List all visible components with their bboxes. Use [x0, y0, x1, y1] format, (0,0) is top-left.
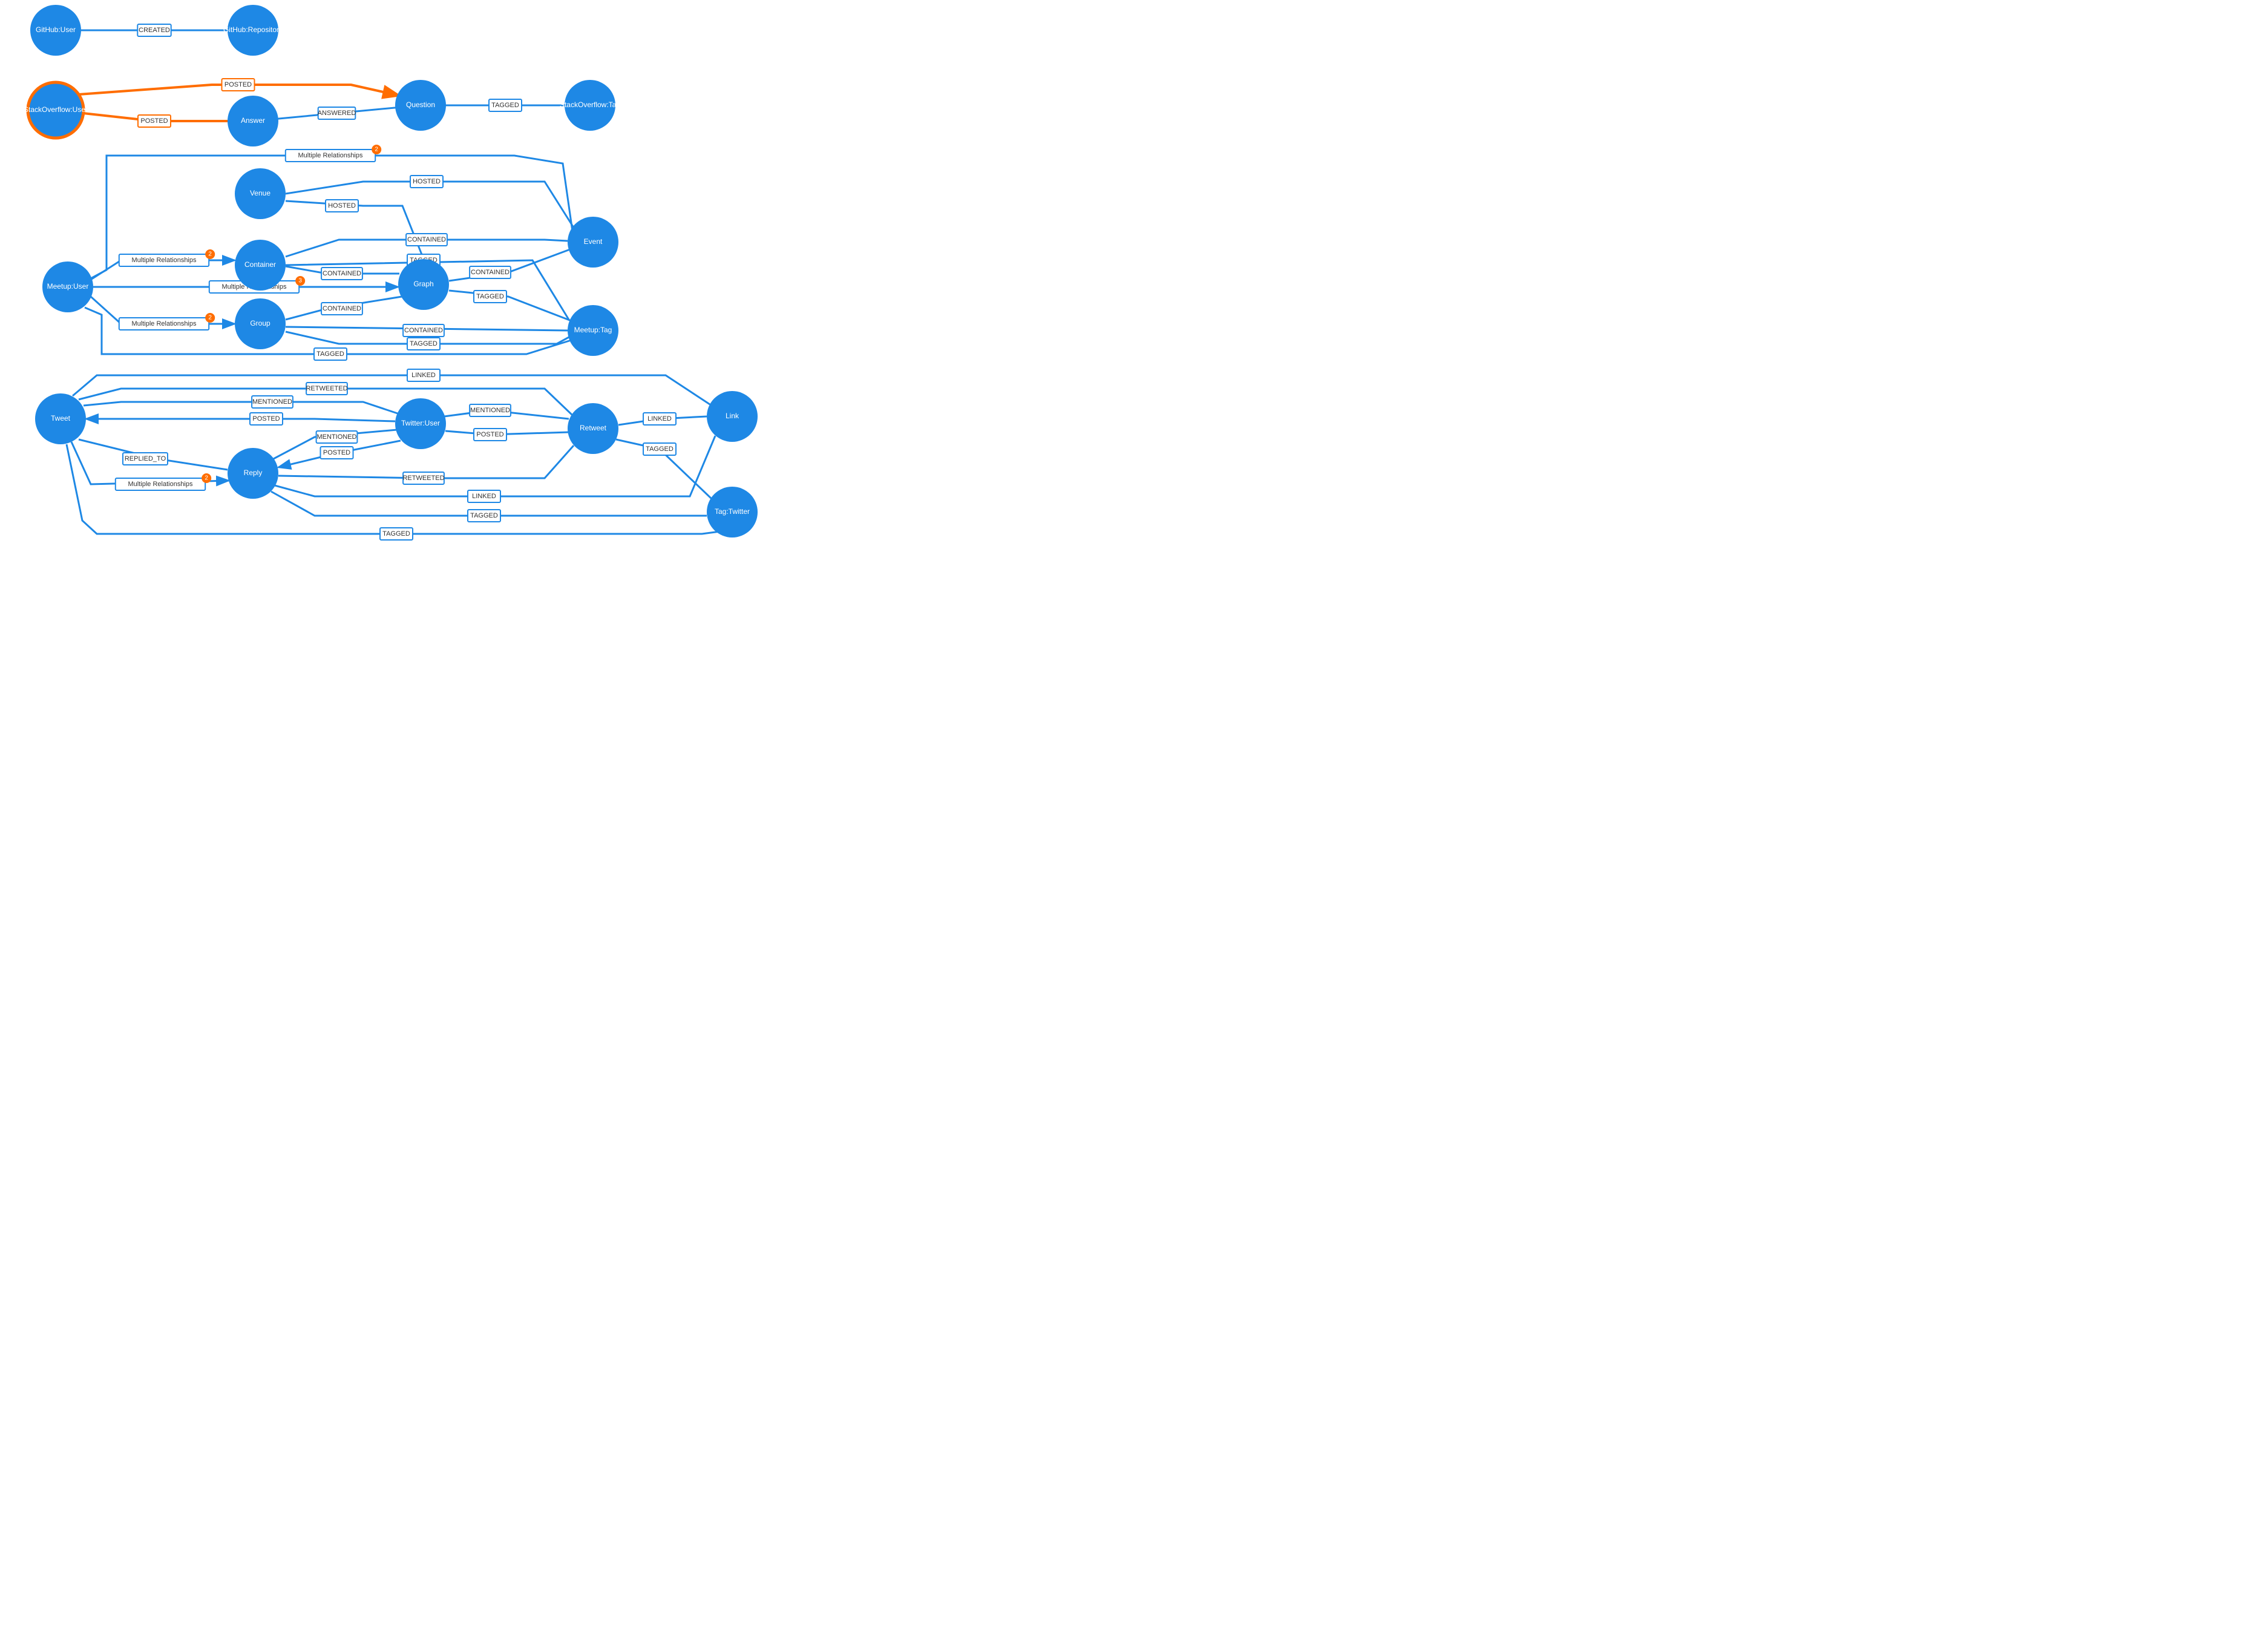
- e-tweet-replied[interactable]: REPLIED_TO: [79, 439, 228, 470]
- badge: [372, 145, 381, 154]
- node-venue[interactable]: Venue: [235, 168, 286, 219]
- badge: [205, 249, 215, 259]
- e-tu-posted-rt[interactable]: POSTED: [445, 429, 569, 441]
- badge: [202, 473, 211, 483]
- badge: [295, 276, 305, 286]
- node-container[interactable]: Container: [235, 240, 286, 291]
- e-so-posted-a[interactable]: POSTED: [56, 110, 253, 127]
- e-cont-contained-ev[interactable]: CONTAINED: [286, 234, 568, 257]
- node-so_tag[interactable]: StackOverflow:Tag: [560, 80, 620, 131]
- node-twitter_tag[interactable]: Tag:Twitter: [707, 487, 758, 537]
- e-gh-created[interactable]: CREATED: [56, 24, 253, 36]
- node-so_user[interactable]: StackOverflow:User: [24, 82, 88, 138]
- e-mu-mult-cont[interactable]: Multiple Relationships2: [91, 249, 235, 280]
- e-tweet-linked[interactable]: LINKED: [73, 369, 712, 406]
- node-answer[interactable]: Answer: [228, 96, 278, 146]
- node-github_repo[interactable]: GitHub:Repository: [223, 5, 283, 56]
- node-twitter_user[interactable]: Twitter:User: [395, 398, 446, 449]
- e-rt-tagged[interactable]: TAGGED: [616, 439, 713, 500]
- e-tweet-mentioned[interactable]: MENTIONED: [84, 396, 399, 414]
- node-question[interactable]: Question: [395, 80, 446, 131]
- e-group-contained-tag[interactable]: CONTAINED: [286, 324, 568, 337]
- node-github_user[interactable]: GitHub:User: [30, 5, 81, 56]
- e-graph-contained[interactable]: CONTAINED: [449, 249, 570, 281]
- node-meetup_tag[interactable]: Meetup:Tag: [568, 305, 618, 356]
- node-retweet[interactable]: Retweet: [568, 403, 618, 454]
- graph-canvas[interactable]: CREATEDPOSTEDPOSTEDANSWEREDTAGGEDMultipl…: [0, 0, 775, 563]
- e-tu-posted-reply[interactable]: POSTED: [278, 441, 401, 467]
- node-group[interactable]: Group: [235, 298, 286, 349]
- node-tweet[interactable]: Tweet: [35, 393, 86, 444]
- node-meetup_user[interactable]: Meetup:User: [42, 261, 93, 312]
- e-so-posted-q[interactable]: POSTED: [79, 79, 399, 96]
- node-event[interactable]: Event: [568, 217, 618, 268]
- e-group-contained[interactable]: CONTAINED: [286, 297, 402, 320]
- e-mu-tagged[interactable]: TAGGED: [85, 307, 571, 360]
- node-link[interactable]: Link: [707, 391, 758, 442]
- e-tu-posted-tweet[interactable]: POSTED: [86, 413, 395, 425]
- badge: [205, 313, 215, 323]
- e-tu-mentioned-rt[interactable]: MENTIONED: [444, 404, 569, 419]
- node-reply[interactable]: Reply: [228, 448, 278, 499]
- node-graph[interactable]: Graph: [398, 259, 449, 310]
- e-rt-linked[interactable]: LINKED: [618, 413, 707, 425]
- e-mu-mult-group[interactable]: Multiple Relationships2: [91, 297, 235, 330]
